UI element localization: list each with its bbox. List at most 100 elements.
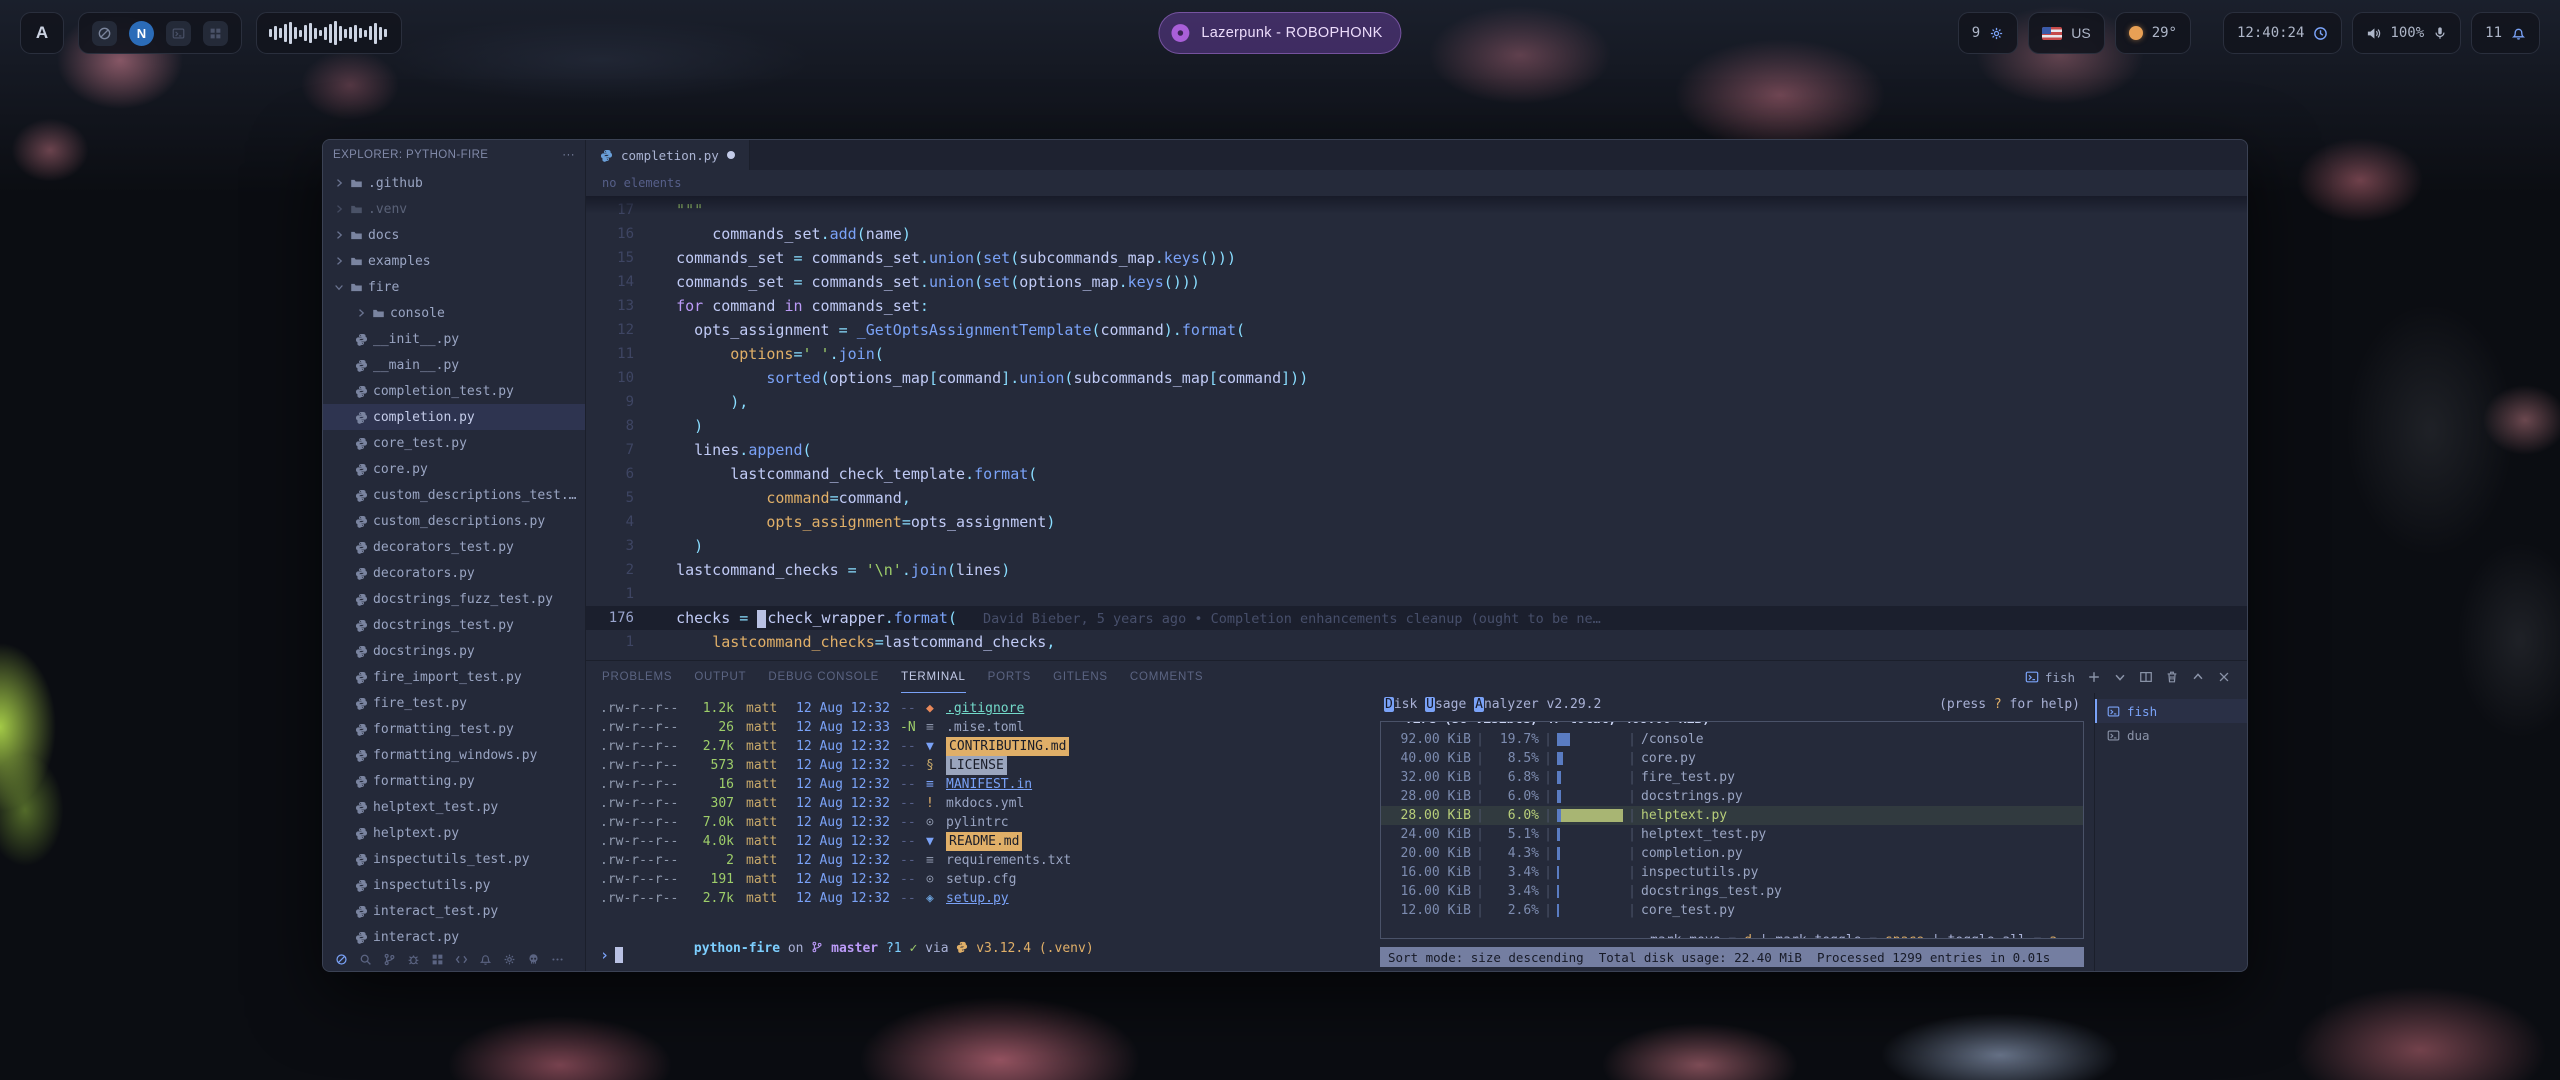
- clock-module[interactable]: 12:40:24: [2223, 12, 2342, 54]
- tree-item[interactable]: interact_test.py: [323, 898, 585, 924]
- updates-module[interactable]: 9: [1958, 12, 2018, 54]
- maximize-panel-icon[interactable]: [2191, 670, 2205, 684]
- tree-item[interactable]: inspectutils.py: [323, 872, 585, 898]
- notifications-module[interactable]: 11: [2471, 12, 2540, 54]
- workspace-icon-1[interactable]: [92, 21, 117, 46]
- extensions-icon[interactable]: [431, 953, 444, 966]
- tree-item[interactable]: console: [323, 300, 585, 326]
- tree-item[interactable]: .venv: [323, 196, 585, 222]
- tree-item[interactable]: docstrings.py: [323, 638, 585, 664]
- terminal-pane[interactable]: .rw-r--r-- 1.2k matt 12 Aug 12:32 -- ◆ .…: [586, 693, 1370, 971]
- tree-item[interactable]: formatting.py: [323, 768, 585, 794]
- search-icon[interactable]: [359, 953, 372, 966]
- tree-item[interactable]: inspectutils_test.py: [323, 846, 585, 872]
- debug-icon[interactable]: [407, 953, 420, 966]
- code-editor[interactable]: 17 """ 16 commands_set.add(name) 15 comm…: [586, 196, 2247, 660]
- tree-item[interactable]: docs: [323, 222, 585, 248]
- line-number: 2: [586, 558, 658, 582]
- tree-item[interactable]: fire_test.py: [323, 690, 585, 716]
- breadcrumb[interactable]: no elements: [586, 170, 2247, 196]
- entry-size: 20.00 KiB: [1387, 844, 1471, 863]
- tree-item[interactable]: helptext.py: [323, 820, 585, 846]
- terminal-instance[interactable]: dua: [2095, 723, 2247, 747]
- tree-item[interactable]: formatting_windows.py: [323, 742, 585, 768]
- tree-item-label: core_test.py: [373, 436, 467, 451]
- tab-completion-py[interactable]: completion.py: [586, 140, 750, 170]
- media-player-widget[interactable]: Lazerpunk - ROBOPHONK: [1158, 12, 1401, 54]
- launcher-button[interactable]: A: [20, 12, 64, 54]
- explorer-menu-button[interactable]: ···: [562, 149, 575, 161]
- panel-tab[interactable]: PROBLEMS: [602, 661, 672, 693]
- tree-item[interactable]: completion_test.py: [323, 378, 585, 404]
- workspace-icon-3[interactable]: [166, 21, 191, 46]
- keyboard-layout-module[interactable]: US: [2028, 12, 2104, 54]
- file-date: 12 Aug 12:32: [796, 870, 900, 889]
- active-terminal-label[interactable]: fish: [2025, 670, 2075, 685]
- tree-item-label: interact.py: [373, 930, 459, 945]
- tree-item[interactable]: fire: [323, 274, 585, 300]
- dua-row[interactable]: 92.00 KiB | 19.7% | | /console: [1381, 730, 2083, 749]
- tree-item[interactable]: core_test.py: [323, 430, 585, 456]
- panel-tab[interactable]: PORTS: [988, 661, 1031, 693]
- dua-row[interactable]: 16.00 KiB | 3.4% | | inspectutils.py: [1381, 863, 2083, 882]
- tree-item[interactable]: .github: [323, 170, 585, 196]
- panel-tab[interactable]: COMMENTS: [1130, 661, 1203, 693]
- tree-item[interactable]: docstrings_fuzz_test.py: [323, 586, 585, 612]
- tree-item[interactable]: decorators.py: [323, 560, 585, 586]
- tree-item[interactable]: core.py: [323, 456, 585, 482]
- remote-explorer-icon[interactable]: [455, 953, 468, 966]
- terminal-dropdown-chevron-icon[interactable]: [2113, 670, 2127, 684]
- tree-item[interactable]: completion.py: [323, 404, 585, 430]
- dua-help-hint: (press ? for help): [1939, 697, 2080, 717]
- tree-item[interactable]: __main__.py: [323, 352, 585, 378]
- dua-row[interactable]: 20.00 KiB | 4.3% | | completion.py: [1381, 844, 2083, 863]
- tree-item[interactable]: examples: [323, 248, 585, 274]
- notifications-bell-icon[interactable]: [479, 953, 492, 966]
- dua-row[interactable]: 28.00 KiB | 6.0% | | helptext.py: [1381, 806, 2083, 825]
- tree-item[interactable]: interact.py: [323, 924, 585, 948]
- skull-icon[interactable]: [527, 953, 540, 966]
- audio-module[interactable]: 100%: [2352, 12, 2461, 54]
- panel-tab[interactable]: DEBUG CONSOLE: [768, 661, 879, 693]
- dua-app-title: Disk Usage Analyzer v2.29.2: [1384, 697, 1601, 717]
- git-status: --: [900, 756, 926, 775]
- folder-icon: [350, 203, 363, 216]
- kill-terminal-icon[interactable]: [2165, 670, 2179, 684]
- code-line: 6 lastcommand_check_template.format(: [586, 462, 2247, 486]
- tree-item[interactable]: __init__.py: [323, 326, 585, 352]
- new-terminal-icon[interactable]: [2087, 670, 2101, 684]
- workspace-icon-4[interactable]: [203, 21, 228, 46]
- folder-icon: [350, 281, 363, 294]
- dua-row[interactable]: 12.00 KiB | 2.6% | | core_test.py: [1381, 901, 2083, 920]
- panel-tab[interactable]: TERMINAL: [901, 661, 966, 693]
- panel-tab[interactable]: GITLENS: [1053, 661, 1108, 693]
- tree-item-label: __main__.py: [373, 358, 459, 373]
- remote-status-icon[interactable]: [335, 953, 348, 966]
- disk-usage-analyzer-pane[interactable]: Disk Usage Analyzer v2.29.2 (press ? for…: [1370, 693, 2094, 971]
- workspace-icon-2[interactable]: N: [129, 21, 154, 46]
- more-actions-icon[interactable]: [551, 953, 564, 966]
- tree-item[interactable]: fire_import_test.py: [323, 664, 585, 690]
- tree-item[interactable]: decorators_test.py: [323, 534, 585, 560]
- now-playing-title: Lazerpunk - ROBOPHONK: [1201, 25, 1382, 41]
- dua-row[interactable]: 16.00 KiB | 3.4% | | docstrings_test.py: [1381, 882, 2083, 901]
- tree-item[interactable]: custom_descriptions_test.py: [323, 482, 585, 508]
- file-type-icon: §: [926, 756, 946, 775]
- tree-item[interactable]: helptext_test.py: [323, 794, 585, 820]
- panel-tab[interactable]: OUTPUT: [694, 661, 746, 693]
- settings-gear-icon[interactable]: [503, 953, 516, 966]
- code-text: for command in commands_set:: [658, 294, 929, 318]
- dua-row[interactable]: 40.00 KiB | 8.5% | | core.py: [1381, 749, 2083, 768]
- dua-row[interactable]: 28.00 KiB | 6.0% | | docstrings.py: [1381, 787, 2083, 806]
- split-terminal-icon[interactable]: [2139, 670, 2153, 684]
- weather-module[interactable]: 29°: [2115, 12, 2191, 54]
- close-panel-icon[interactable]: [2217, 670, 2231, 684]
- modified-dot-icon[interactable]: [727, 151, 735, 159]
- tree-item[interactable]: custom_descriptions.py: [323, 508, 585, 534]
- terminal-instance[interactable]: fish: [2095, 699, 2247, 723]
- dua-row[interactable]: 32.00 KiB | 6.8% | | fire_test.py: [1381, 768, 2083, 787]
- dua-row[interactable]: 24.00 KiB | 5.1% | | helptext_test.py: [1381, 825, 2083, 844]
- tree-item[interactable]: docstrings_test.py: [323, 612, 585, 638]
- git-branch-icon[interactable]: [383, 953, 396, 966]
- tree-item[interactable]: formatting_test.py: [323, 716, 585, 742]
